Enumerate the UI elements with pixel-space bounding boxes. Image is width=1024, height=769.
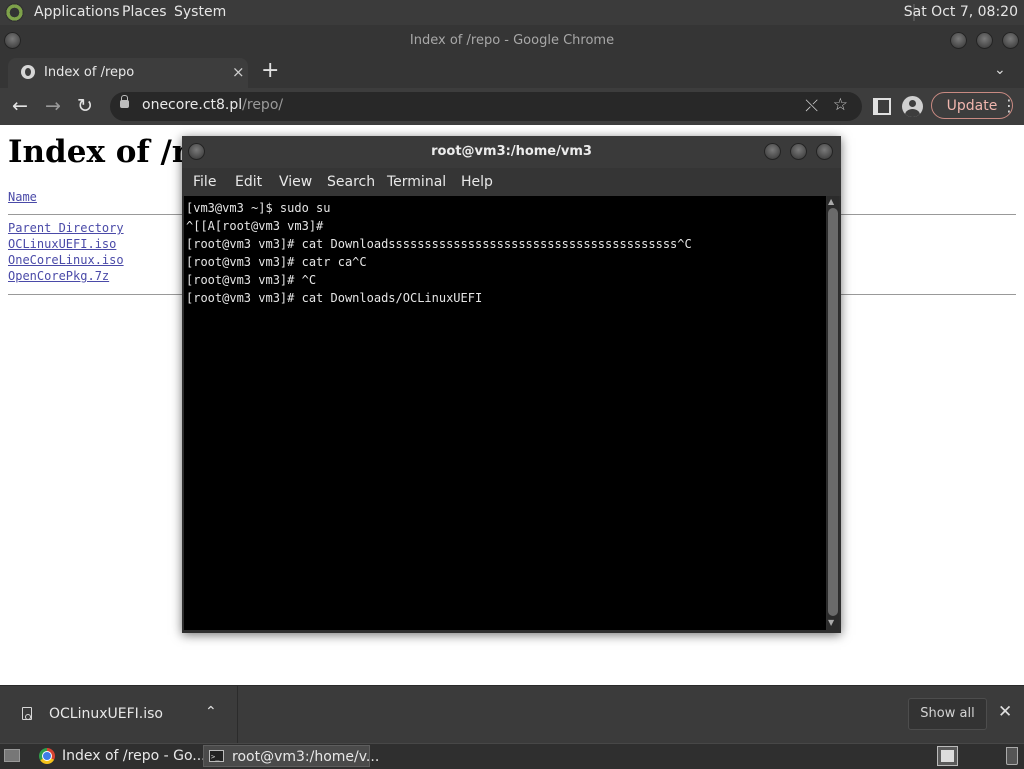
close-icon[interactable]: × [232,63,245,81]
tab-title: Index of /repo [44,65,135,80]
terminal-scrollbar[interactable]: ▲ ▼ [827,196,839,630]
chrome-window-title: Index of /repo - Google Chrome [0,25,1024,56]
tab-index-of-repo[interactable]: Index of /repo × [8,58,248,88]
terminal-icon [209,746,224,768]
terminal-menu-help[interactable]: Help [461,174,493,190]
url-path: /repo/ [242,97,284,113]
taskbar-terminal-window[interactable]: root@vm3:/home/v... [203,745,379,768]
trash-icon[interactable] [1006,747,1018,765]
clock[interactable]: Sat Oct 7, 08:20 [904,4,1018,20]
scroll-down-icon[interactable]: ▼ [828,618,834,627]
profile-icon[interactable] [902,96,923,117]
forward-arrow-icon[interactable]: → [45,95,61,117]
terminal-menu-file[interactable]: File [193,174,216,190]
scrollbar-thumb[interactable] [828,208,838,616]
url-text[interactable]: onecore.ct8.pl/repo/ [142,97,283,113]
terminal-close-icon[interactable] [816,143,833,160]
back-arrow-icon[interactable]: ← [12,95,28,117]
kebab-menu-icon[interactable]: ⋮ [1001,96,1017,115]
terminal-line: [vm3@vm3 ~]$ sudo su [186,201,331,215]
chevron-up-icon[interactable]: ⌃ [205,704,217,720]
terminal-menubar: File Edit View Search Terminal Help [182,168,841,196]
link-oclinuxuefi-iso[interactable]: OCLinuxUEFI.iso [8,237,116,251]
window-title-text: Index of /repo - Google Chrome [409,33,615,48]
taskbar-chrome-window[interactable]: Index of /repo - Go... [34,745,206,767]
top-panel: Applications Places System Sat Oct 7, 08… [0,0,1024,25]
reload-icon[interactable]: ↻ [77,95,93,117]
terminal-line: [root@vm3 vm3]# cat Downloadssssssssssss… [186,237,692,251]
chevron-down-icon[interactable]: ⌄ [994,62,1006,78]
terminal-title: root@vm3:/home/vm3 [431,144,592,159]
taskbar-chrome-label: Index of /repo - Go... [62,748,206,764]
file-icon [22,707,32,720]
star-icon[interactable]: ☆ [833,95,848,115]
globe-icon [21,65,35,79]
close-window-icon[interactable] [1002,32,1019,49]
terminal-menu-view[interactable]: View [279,174,312,190]
terminal-line: [root@vm3 vm3]# ^C [186,273,317,287]
places-menu[interactable]: Places [122,4,167,20]
terminal-titlebar[interactable]: root@vm3:/home/vm3 [182,136,841,168]
terminal-menu-terminal[interactable]: Terminal [387,174,446,190]
chrome-icon [39,748,55,764]
browser-toolbar: ← → ↻ onecore.ct8.pl/repo/ ⤬ ☆ Update ⋮ [0,88,1024,125]
address-bar[interactable]: onecore.ct8.pl/repo/ ⤬ ☆ [110,92,862,121]
lock-icon[interactable] [120,95,129,108]
link-parent-directory[interactable]: Parent Directory [8,221,124,235]
system-menu[interactable]: System [174,4,226,20]
show-all-button[interactable]: Show all [908,698,987,730]
window-menu-icon[interactable] [4,32,21,49]
terminal-screen[interactable]: [vm3@vm3 ~]$ sudo su ^[[A[root@vm3 vm3]#… [184,196,826,630]
distro-logo-icon[interactable] [5,3,24,22]
download-filename: OCLinuxUEFI.iso [49,706,163,722]
plus-icon[interactable]: + [261,58,279,84]
terminal-line: [root@vm3 vm3]# cat Downloads/OCLinuxUEF… [186,291,483,305]
show-desktop-icon[interactable] [4,749,20,762]
url-host: onecore.ct8.pl [142,97,243,113]
close-download-bar-icon[interactable]: ✕ [998,702,1012,722]
download-bar: OCLinuxUEFI.iso ⌃ Show all ✕ [0,685,1024,744]
link-opencorepkg-7z[interactable]: OpenCorePkg.7z [8,269,109,283]
name-column-link[interactable]: Name [8,190,37,204]
taskbar-terminal-label: root@vm3:/home/v... [232,749,380,765]
share-icon[interactable]: ⤬ [805,96,818,116]
terminal-maximize-icon[interactable] [790,143,807,160]
terminal-line: ^[[A[root@vm3 vm3]# [186,219,324,233]
terminal-menu-edit[interactable]: Edit [235,174,262,190]
terminal-menu-search[interactable]: Search [327,174,375,190]
link-onecorelinux-iso[interactable]: OneCoreLinux.iso [8,253,124,267]
minimize-icon[interactable] [950,32,967,49]
terminal-line: [root@vm3 vm3]# catr ca^C [186,255,367,269]
terminal-output: [vm3@vm3 ~]$ sudo su ^[[A[root@vm3 vm3]#… [186,199,692,307]
tab-strip: Index of /repo × [0,56,1024,88]
workspace-icon[interactable] [937,746,958,766]
maximize-icon[interactable] [976,32,993,49]
scroll-up-icon[interactable]: ▲ [828,197,834,206]
side-panel-icon[interactable] [873,98,891,115]
terminal-minimize-icon[interactable] [764,143,781,160]
terminal-window[interactable]: root@vm3:/home/vm3 File Edit View Search… [182,136,841,633]
download-item[interactable]: OCLinuxUEFI.iso ⌃ [0,686,238,744]
bottom-taskbar: Index of /repo - Go... root@vm3:/home/v.… [0,743,1024,769]
applications-menu[interactable]: Applications [34,4,120,20]
